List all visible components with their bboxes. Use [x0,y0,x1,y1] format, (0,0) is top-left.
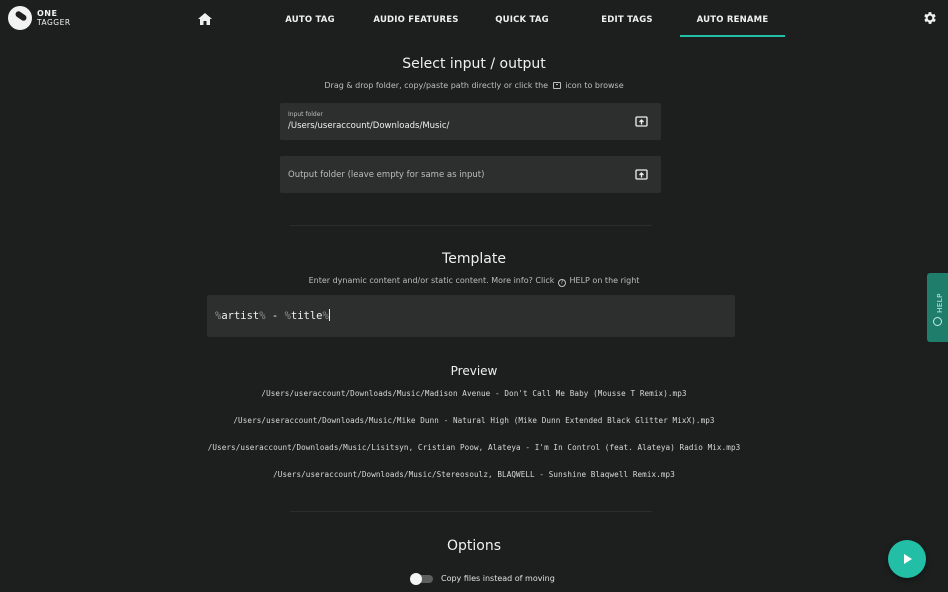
options-title: Options [446,538,502,554]
logo-line-2: TAGGER [37,18,71,27]
preview-line: /Users/useraccount/Downloads/Music/Madis… [261,389,687,398]
io-subtitle-start: Drag & drop folder, copy/paste path dire… [324,81,549,90]
preview-line: /Users/useraccount/Downloads/Music/Mike … [233,416,715,425]
output-folder-placeholder: Output folder (leave empty for same as i… [288,170,485,180]
preview-line: /Users/useraccount/Downloads/Music/Stere… [273,470,675,479]
browse-input-icon[interactable] [635,115,648,128]
template-title: Template [442,251,506,267]
divider [290,511,652,512]
template-separator: - [265,310,285,322]
logo-line-1: ONE [37,9,58,18]
input-folder-label: Input folder [288,111,323,118]
browse-output-icon[interactable] [635,168,648,181]
copy-files-label: Copy files instead of moving [441,574,555,583]
divider [290,225,652,226]
app-logo[interactable]: ONE TAGGER [8,6,70,32]
tab-audio-features[interactable]: AUDIO FEATURES [372,0,460,37]
text-caret [328,309,330,321]
preview-title: Preview [450,364,498,378]
preview-line: /Users/useraccount/Downloads/Music/Lisit… [207,443,741,452]
io-subtitle-end: icon to browse [565,81,624,90]
template-text: %artist% - %title% [215,309,330,322]
logo-icon [8,6,32,30]
help-icon [933,317,942,326]
toggle-knob [410,573,422,585]
tab-quick-tag[interactable]: QUICK TAG [490,0,554,37]
logo-text: ONE TAGGER [37,10,71,27]
template-subtitle-end: HELP on the right [569,276,640,285]
gear-icon[interactable] [922,10,938,26]
copy-files-toggle[interactable] [410,573,433,585]
help-circle-icon: ? [557,279,566,287]
top-bar: ONE TAGGER AUTO TAG AUDIO FEATURES QUICK… [0,0,948,37]
start-rename-button[interactable] [888,540,926,578]
home-icon[interactable] [197,12,213,26]
tab-auto-rename[interactable]: AUTO RENAME [680,0,785,37]
help-tab-label: HELP [935,293,944,313]
help-side-tab[interactable]: HELP [927,273,948,342]
input-folder-field[interactable]: Input folder /Users/useraccount/Download… [280,103,661,140]
template-subtitle: Enter dynamic content and/or static cont… [0,276,948,287]
folder-browse-icon [552,82,561,89]
io-subtitle: Drag & drop folder, copy/paste path dire… [0,81,948,90]
template-input[interactable]: %artist% - %title% [207,295,735,337]
template-variable-artist: artist [221,310,260,322]
tab-auto-tag[interactable]: AUTO TAG [280,0,340,37]
tab-edit-tags[interactable]: EDIT TAGS [596,0,658,37]
template-variable-title: title [290,310,323,322]
template-subtitle-start: Enter dynamic content and/or static cont… [308,276,555,285]
input-folder-value: /Users/useraccount/Downloads/Music/ [288,121,450,131]
io-title: Select input / output [402,56,546,72]
output-folder-field[interactable]: Output folder (leave empty for same as i… [280,156,661,193]
